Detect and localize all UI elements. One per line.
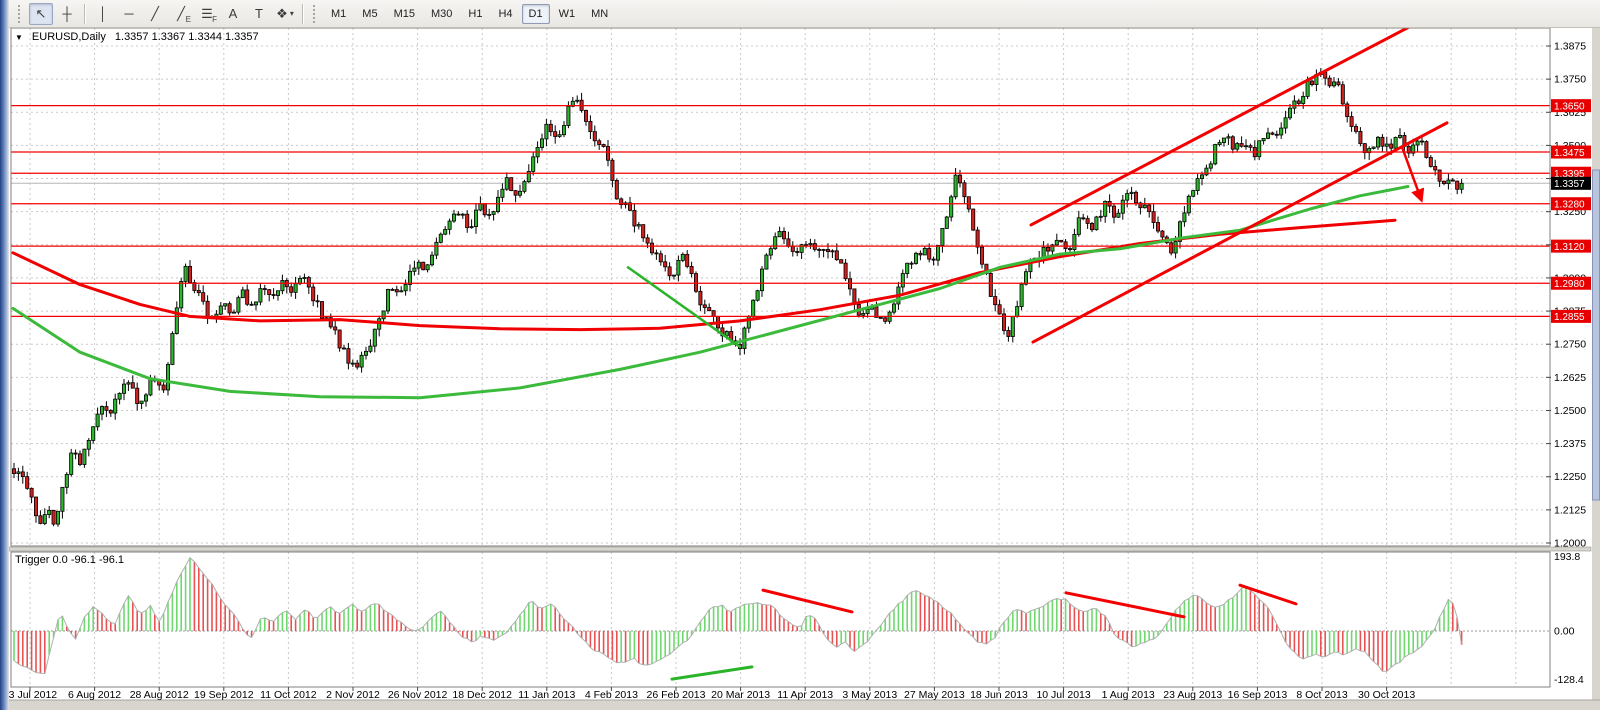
chart-canvas[interactable]: 1.38751.37501.36251.35001.33751.32501.31…: [0, 28, 1600, 710]
text-tool-icon: A: [228, 6, 238, 21]
svg-text:10 Jul 2013: 10 Jul 2013: [1036, 689, 1090, 701]
scrollbar-thumb[interactable]: [1592, 169, 1600, 501]
svg-text:0.00: 0.00: [1554, 626, 1575, 638]
svg-text:4 Feb 2013: 4 Feb 2013: [585, 689, 638, 701]
svg-text:193.8: 193.8: [1554, 551, 1580, 563]
timeframe-m15-button[interactable]: M15: [387, 4, 422, 24]
svg-text:1.3475: 1.3475: [1554, 148, 1585, 159]
svg-text:1.2375: 1.2375: [1554, 438, 1586, 450]
svg-text:11 Apr 2013: 11 Apr 2013: [777, 689, 833, 701]
svg-text:1.3875: 1.3875: [1554, 41, 1586, 53]
svg-text:26 Feb 2013: 26 Feb 2013: [647, 689, 706, 701]
svg-text:1.2500: 1.2500: [1554, 405, 1586, 417]
svg-text:-128.4: -128.4: [1554, 674, 1584, 686]
chart-menu-icon[interactable]: ▼: [15, 32, 23, 42]
equidistant-channel-tool-button[interactable]: ╱ E: [169, 3, 193, 25]
timeframe-w1-button[interactable]: W1: [552, 4, 583, 24]
timeframe-d1-button[interactable]: D1: [521, 3, 550, 24]
svg-text:1.2855: 1.2855: [1554, 312, 1585, 323]
svg-text:28 Aug 2012: 28 Aug 2012: [130, 689, 189, 701]
svg-text:1.3280: 1.3280: [1554, 200, 1585, 211]
text-label-tool-button[interactable]: T: [247, 3, 271, 25]
timeframe-h1-button[interactable]: H1: [461, 4, 489, 24]
horizontal-line-tool-icon: ─: [124, 6, 134, 21]
svg-text:2 Nov 2012: 2 Nov 2012: [326, 689, 380, 701]
svg-text:1.2250: 1.2250: [1554, 471, 1586, 483]
cursor-tool-button[interactable]: ↖: [29, 2, 53, 25]
toolbar: ↖ ┼ │ ─ ╱ ╱ E ☰ F A T ❖ ▾ M1 M5 M15 M30 H1 H4 D1 W1 MN: [0, 0, 1600, 28]
svg-text:1.3650: 1.3650: [1554, 101, 1585, 112]
toolbar-grip[interactable]: [313, 4, 318, 23]
svg-text:1.3357: 1.3357: [1554, 179, 1585, 190]
chart-symbol-period: EURUSD,Daily: [31, 31, 106, 43]
svg-text:1.2125: 1.2125: [1554, 504, 1586, 516]
horizontal-line-tool-button[interactable]: ─: [117, 3, 141, 25]
vertical-line-tool-button[interactable]: │: [91, 3, 115, 25]
timeframes-group: M1 M5 M15 M30 H1 H4 D1 W1 MN: [323, 3, 616, 24]
trendline-tool-button[interactable]: ╱: [143, 3, 167, 25]
svg-text:1 Aug 2013: 1 Aug 2013: [1102, 689, 1155, 701]
indicator-readout: Trigger 0.0 -96.1 -96.1: [15, 554, 125, 566]
svg-text:1.3750: 1.3750: [1554, 74, 1586, 86]
window-edge: [0, 0, 9, 710]
svg-text:6 Aug 2012: 6 Aug 2012: [68, 689, 121, 701]
svg-text:1.2750: 1.2750: [1554, 339, 1586, 351]
svg-text:3 May 2013: 3 May 2013: [842, 689, 897, 701]
timeframe-h4-button[interactable]: H4: [491, 4, 519, 24]
svg-text:27 May 2013: 27 May 2013: [904, 689, 965, 701]
bottom-bar: [9, 700, 1600, 710]
equidistant-channel-tool-sub-icon: E: [185, 14, 191, 24]
fibonacci-tool-icon: ☰: [201, 5, 213, 21]
chart-title: ▼ EURUSD,Daily 1.3357 1.3367 1.3344 1.33…: [15, 31, 259, 43]
svg-text:23 Aug 2013: 23 Aug 2013: [1163, 689, 1222, 701]
text-label-tool-icon: T: [255, 6, 263, 21]
shapes-tool-icon: ❖: [276, 5, 288, 21]
crosshair-tool-button[interactable]: ┼: [55, 3, 79, 25]
svg-text:13 Jul 2012: 13 Jul 2012: [3, 689, 57, 701]
fibonacci-tool-sub-icon: F: [212, 14, 217, 24]
timeframe-m30-button[interactable]: M30: [424, 4, 459, 24]
shapes-tool-button[interactable]: ❖ ▾: [273, 3, 297, 25]
equidistant-channel-tool-icon: ╱: [177, 5, 185, 21]
timeframe-m5-button[interactable]: M5: [355, 4, 384, 24]
svg-text:19 Sep 2012: 19 Sep 2012: [194, 689, 254, 701]
chevron-down-icon: ▾: [289, 9, 294, 18]
svg-text:26 Nov 2012: 26 Nov 2012: [388, 689, 448, 701]
cursor-tool-icon: ↖: [35, 5, 47, 21]
drawing-tools-group: ↖ ┼ │ ─ ╱ ╱ E ☰ F A T ❖ ▾: [28, 2, 308, 25]
svg-text:1.3120: 1.3120: [1554, 242, 1585, 253]
toolbar-grip[interactable]: [18, 4, 23, 23]
chart-ohlc-readout: 1.3357 1.3367 1.3344 1.3357: [114, 31, 259, 43]
chart-window: 1.38751.37501.36251.35001.33751.32501.31…: [0, 28, 1600, 710]
svg-text:8 Oct 2013: 8 Oct 2013: [1296, 689, 1348, 701]
svg-text:20 Mar 2013: 20 Mar 2013: [711, 689, 770, 701]
svg-text:1.2980: 1.2980: [1554, 279, 1585, 290]
timeframe-mn-button[interactable]: MN: [584, 4, 615, 24]
vertical-line-tool-icon: │: [98, 6, 108, 21]
svg-text:11 Oct 2012: 11 Oct 2012: [260, 689, 317, 701]
text-tool-button[interactable]: A: [221, 3, 245, 25]
svg-text:11 Jan 2013: 11 Jan 2013: [518, 689, 575, 701]
crosshair-tool-icon: ┼: [62, 6, 72, 21]
svg-text:30 Oct 2013: 30 Oct 2013: [1358, 689, 1415, 701]
svg-text:1.2625: 1.2625: [1554, 372, 1586, 384]
svg-text:18 Jun 2013: 18 Jun 2013: [970, 689, 1028, 701]
timeframe-m1-button[interactable]: M1: [324, 4, 353, 24]
svg-text:18 Dec 2012: 18 Dec 2012: [452, 689, 512, 701]
toolbar-separator: [84, 3, 86, 24]
trading-terminal-window: ↖ ┼ │ ─ ╱ ╱ E ☰ F A T ❖ ▾ M1 M5 M15 M30 H1 H4 D1 W1 MN 1.387…: [0, 0, 1600, 710]
panel-splitter[interactable]: [8, 546, 1592, 552]
svg-text:1.2000: 1.2000: [1554, 538, 1586, 550]
fibonacci-tool-button[interactable]: ☰ F: [195, 3, 219, 25]
trendline-tool-icon: ╱: [151, 5, 159, 21]
toolbar-separator: [302, 3, 304, 24]
svg-text:16 Sep 2013: 16 Sep 2013: [1228, 689, 1288, 701]
